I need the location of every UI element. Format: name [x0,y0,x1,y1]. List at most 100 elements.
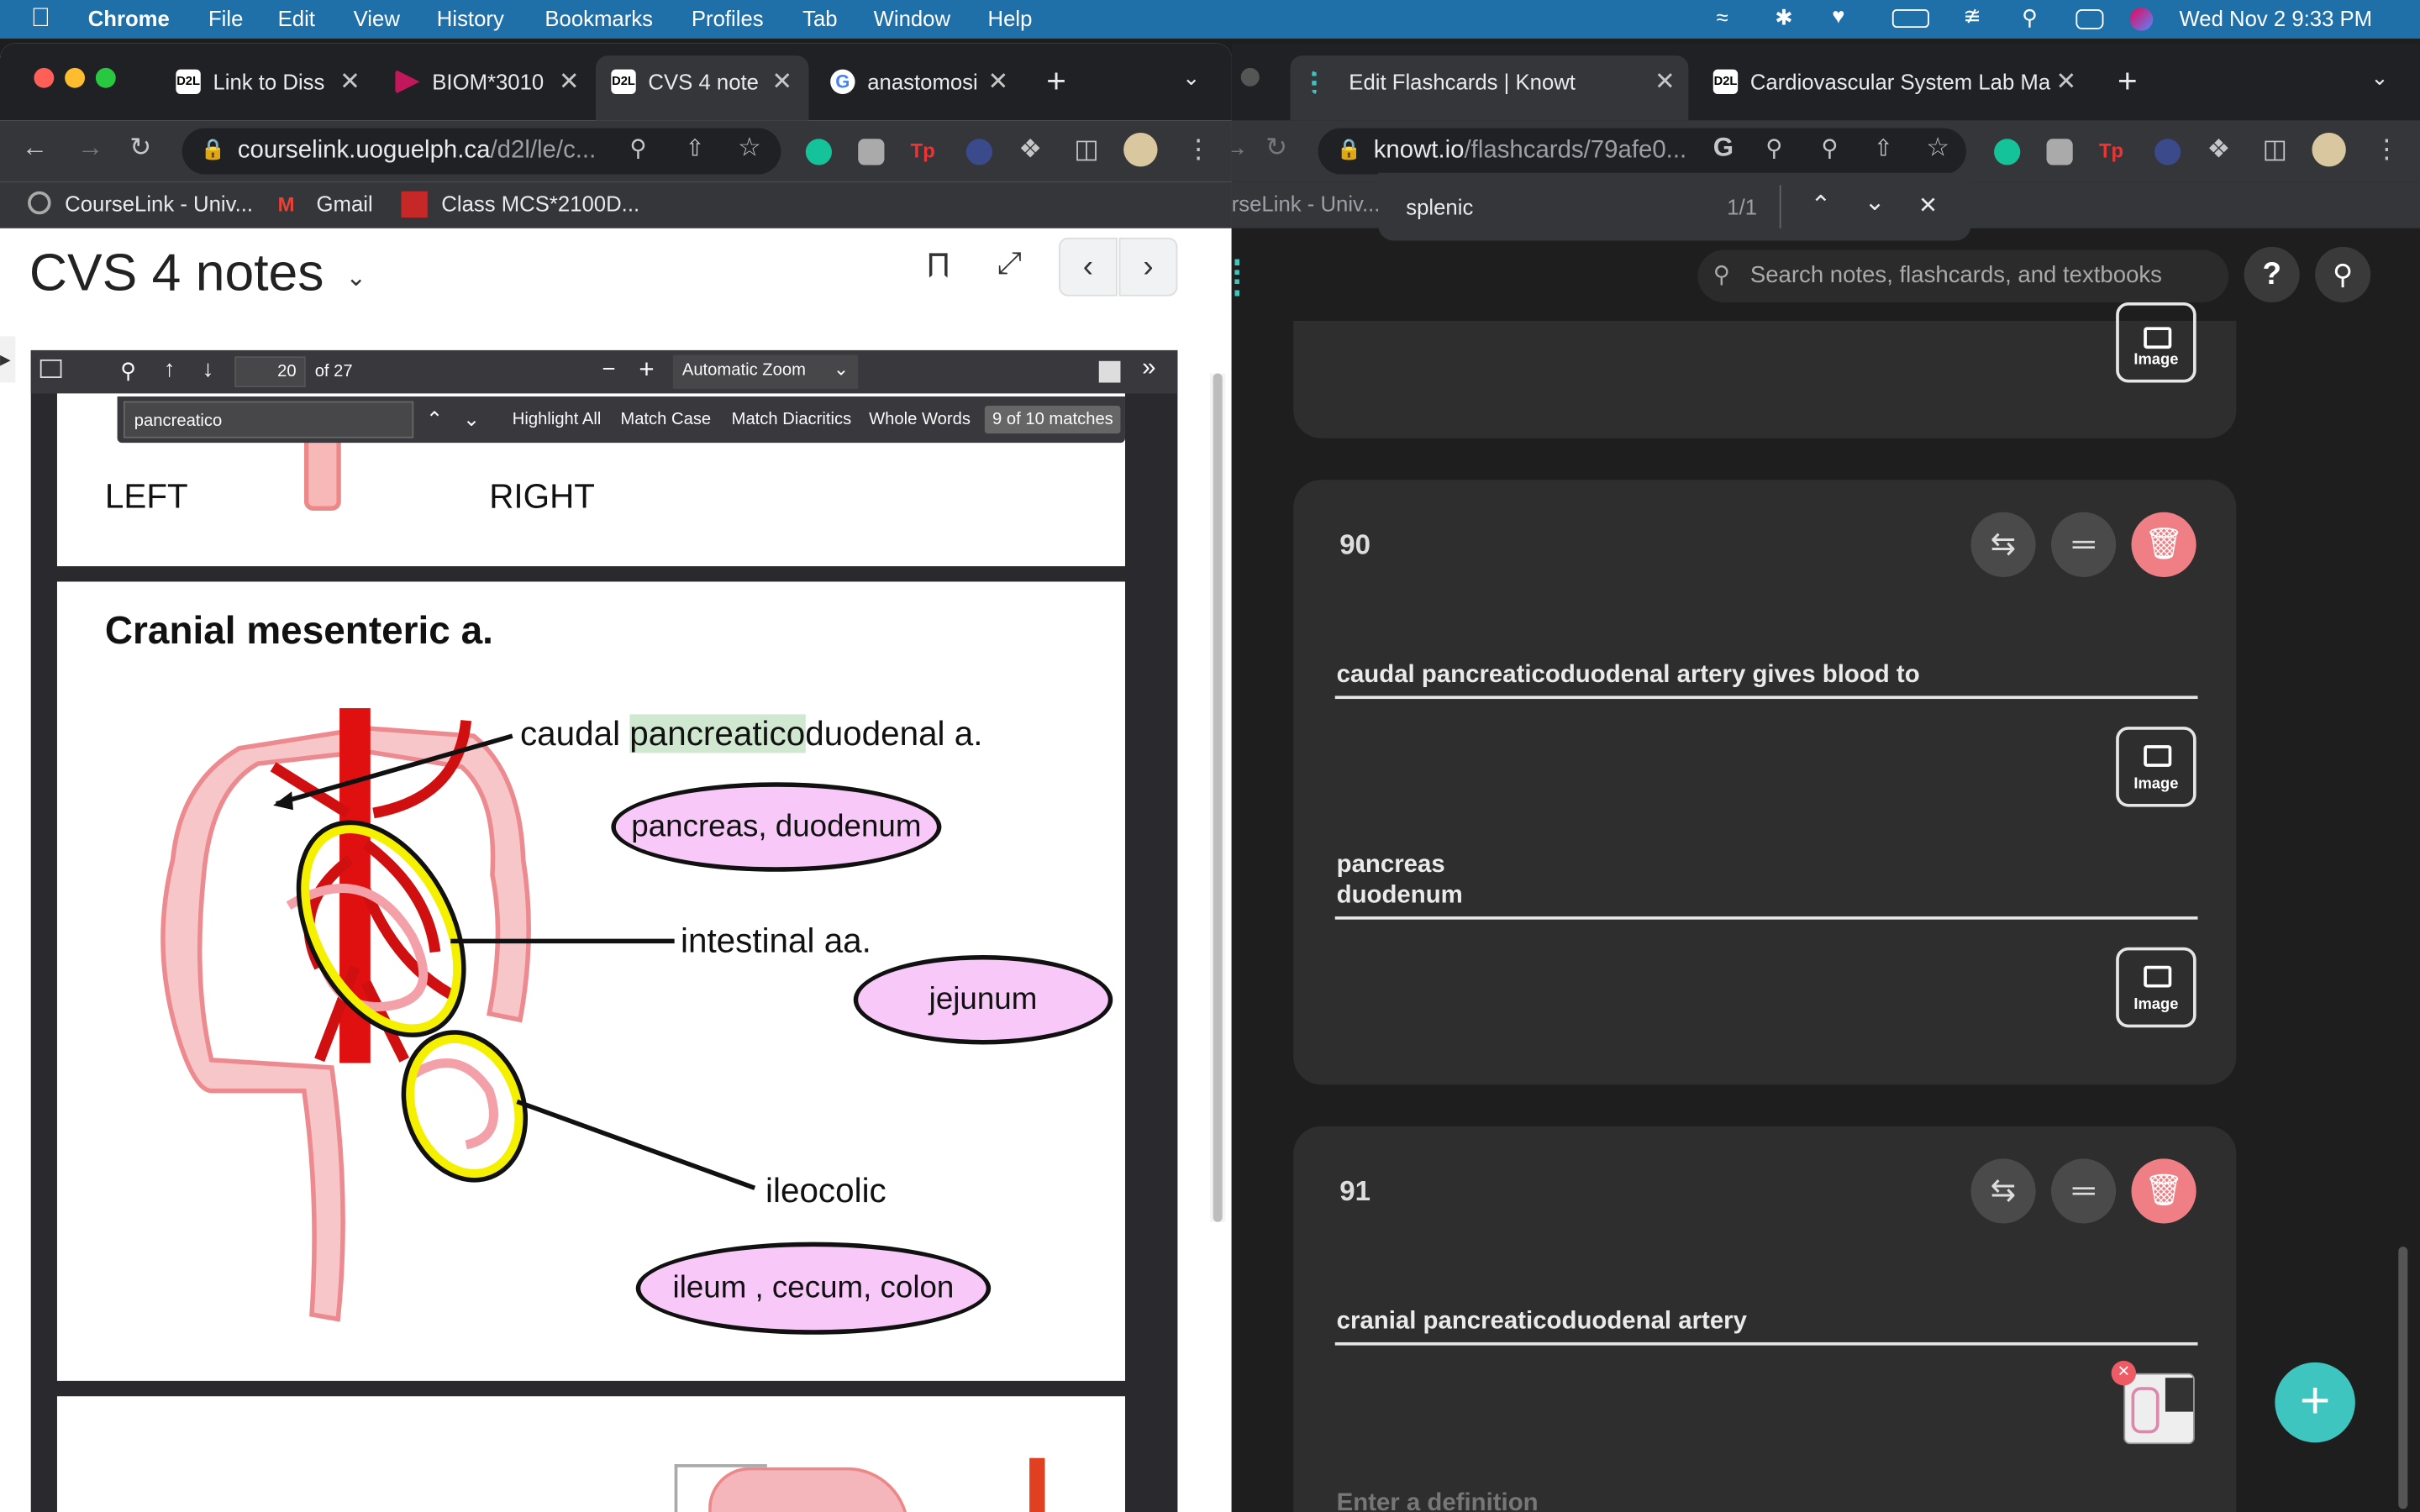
scrollbar-track[interactable] [1210,373,1226,1222]
term-field[interactable]: cranial pancreaticoduodenal artery [1337,1309,1747,1336]
control-center-icon[interactable] [2075,9,2104,29]
definition-field[interactable]: Enter a definition [1337,1490,1539,1512]
definition-field-line1[interactable]: pancreas [1337,852,1445,879]
extensions-puzzle-icon[interactable]: ❖ [1018,134,1042,165]
wifi-icon[interactable]: ≇ [1963,3,1981,29]
pdf-page-number-input[interactable]: 20 [234,356,306,388]
remove-image-close-icon[interactable]: ✕ [2111,1361,2137,1386]
zoom-out-icon[interactable]: ⚲ [1821,134,1838,162]
google-lens-icon[interactable]: G [1713,133,1733,164]
back-arrow-icon[interactable]: ← [22,133,48,164]
tab-edit-flashcards-knowt[interactable]: Edit Flashcards | Knowt ✕ [1290,55,1689,121]
find-next-chevron-icon[interactable]: ⌄ [1865,186,1886,218]
pdf-tools-double-chevron-icon[interactable]: » [1142,354,1155,382]
menu-view[interactable]: View [354,6,400,30]
tp-extension-icon[interactable]: Tp [2099,139,2125,165]
fullscreen-icon[interactable]: ⤢ [997,247,1022,282]
tab-search-chevron-icon[interactable]: ⌄ [2370,65,2389,91]
find-close-icon[interactable]: ✕ [1918,192,1938,219]
help-icon[interactable]: ? [2244,246,2300,302]
menu-window[interactable]: Window [874,6,950,30]
profile-avatar[interactable] [1123,132,1158,167]
menu-bookmarks[interactable]: Bookmarks [544,6,653,30]
add-card-plus-button[interactable]: + [2275,1362,2355,1443]
menu-tab[interactable]: Tab [802,6,837,30]
find-whole-words-checkbox[interactable]: Whole Words [869,411,971,429]
chrome-find-input[interactable]: splenic [1406,194,1473,218]
definition-image-button[interactable]: Image [2116,947,2196,1028]
side-panel-icon[interactable]: ◫ [2263,134,2288,165]
zoom-out-icon[interactable]: ⚲ [629,134,646,162]
siri-icon[interactable] [2129,8,2154,31]
tab-cardiovascular-lab[interactable]: D2L Cardiovascular System Lab Ma ✕ [1697,55,2099,108]
tab-close-icon[interactable]: ✕ [771,66,792,97]
tab-biom3010[interactable]: BIOM*3010 ✕ [380,55,592,108]
menu-help[interactable]: Help [988,6,1033,30]
term-image-button[interactable]: Image [2116,727,2196,807]
definition-field-line2[interactable]: duodenum [1337,883,1463,911]
address-bar[interactable]: 🔒 knowt.io/flashcards/79afe0... G ⚲ ⚲ ⇧ … [1318,128,1966,175]
notifications-bell-icon[interactable]: ⚲ [2315,246,2371,302]
new-tab-plus-icon[interactable]: + [1046,61,1066,102]
window-control-dot[interactable] [1240,67,1260,87]
close-window-button[interactable] [34,67,55,88]
tab-anastomosis-search[interactable]: G anastomosi ✕ [815,55,1028,108]
menu-profiles[interactable]: Profiles [692,6,764,30]
bookmark-star-icon[interactable]: ☆ [1926,133,1949,164]
find-previous-chevron-icon[interactable]: ⌃ [1810,190,1831,221]
tab-close-icon[interactable]: ✕ [2056,66,2077,97]
flip-card-icon[interactable]: ⇆ [1970,1158,2036,1224]
chrome-menu-icon[interactable]: ⋮ [2374,134,2400,165]
bookmark-gmail[interactable]: Gmail [317,192,373,216]
side-panel-icon[interactable]: ◫ [1074,134,1099,165]
pdf-find-input[interactable]: pancreatico [123,401,414,438]
new-tab-plus-icon[interactable]: + [2118,61,2138,102]
right-scrollbar[interactable] [2398,1247,2408,1509]
previous-topic-button[interactable]: ‹ [1059,237,1118,297]
title-dropdown-chevron-icon[interactable]: ⌄ [345,262,366,293]
menu-file[interactable]: File [208,6,243,30]
address-bar[interactable]: 🔒 courselink.uoguelph.ca/d2l/le/c... ⚲ ⇧… [182,128,781,175]
tp-extension-icon[interactable]: Tp [911,139,937,165]
tab-search-chevron-icon[interactable]: ⌄ [1182,65,1201,91]
pdf-previous-page-icon[interactable]: ↑ [164,356,176,382]
tab-close-icon[interactable]: ✕ [1655,66,1676,97]
bookmark-courselink[interactable]: CourseLink - Univ... [65,192,253,216]
forward-arrow-icon[interactable]: → [77,133,103,164]
bookmark-courselink-partial[interactable]: rseLink - Univ... [1232,192,1381,216]
next-topic-button[interactable]: › [1118,237,1178,297]
card-image-button[interactable]: Image [2116,302,2196,383]
find-match-case-checkbox[interactable]: Match Case [620,411,711,429]
profile-avatar[interactable] [2312,132,2346,167]
spotlight-search-icon[interactable]: ⚲ [2022,5,2038,31]
find-highlight-all-checkbox[interactable]: Highlight All [513,411,602,429]
flip-card-icon[interactable]: ⇆ [1970,512,2036,577]
pdf-find-icon[interactable]: ⚲ [120,358,136,384]
extensions-puzzle-icon[interactable]: ❖ [2207,134,2231,165]
pdf-zoom-select[interactable]: Automatic Zoom ⌄ [672,354,859,389]
delete-card-trash-icon[interactable]: 🗑 [2131,1158,2196,1224]
grammarly-icon[interactable] [1994,139,2021,165]
bluetooth-icon[interactable]: ✱ [1775,5,1793,31]
wifi-status-icon[interactable]: ≈ [1716,5,1728,29]
tab-close-icon[interactable]: ✕ [988,66,1009,97]
menubar-datetime[interactable]: Wed Nov 2 9:33 PM [2179,6,2372,30]
forward-arrow-icon[interactable]: → [1232,133,1249,164]
heart-icon[interactable]: ♥ [1832,3,1844,28]
page-search-icon[interactable]: ⚲ [1765,134,1782,162]
pdf-next-page-icon[interactable]: ↓ [203,356,214,382]
share-icon[interactable]: ⇧ [1874,134,1893,162]
chrome-menu-icon[interactable]: ⋮ [1186,134,1212,165]
pdf-sidebar-toggle-icon[interactable] [39,359,62,378]
bookmark-star-icon[interactable]: ☆ [738,133,761,164]
tab-cvs4-notes[interactable]: D2L CVS 4 note ✕ [595,55,809,121]
knowt-logo-icon[interactable] [1234,259,1249,297]
pdf-zoom-out-icon[interactable]: − [602,356,615,382]
reorder-card-icon[interactable]: ═ [2051,512,2117,577]
battery-icon[interactable] [1891,9,1929,29]
extension-icon[interactable] [2046,139,2073,165]
bookmark-ribbon-icon[interactable] [929,253,948,278]
tab-close-icon[interactable]: ✕ [339,66,360,97]
tab-link-to-diss[interactable]: D2L Link to Diss ✕ [160,55,373,108]
pdf-zoom-in-icon[interactable]: + [639,354,654,386]
